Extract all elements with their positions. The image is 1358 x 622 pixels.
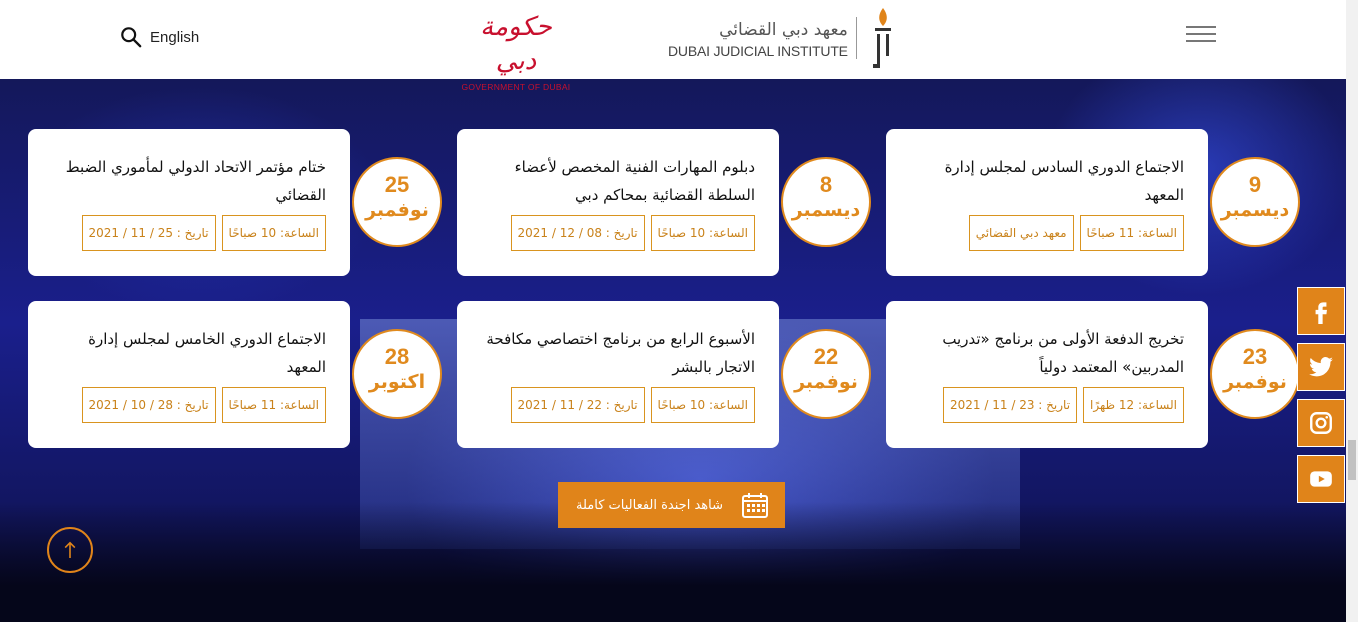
event-date-tag: تاريخ : 25 / 11 / 2021 (81, 215, 216, 251)
event-month: نوفمبر (794, 371, 858, 393)
event-card[interactable]: الأسبوع الرابع من برنامج اختصاصي مكافحة … (457, 301, 779, 448)
event-date-badge: 25 نوفمبر (352, 157, 442, 247)
language-link[interactable]: English (150, 29, 199, 46)
page-scrollbar[interactable] (1346, 0, 1358, 622)
search-icon[interactable] (120, 26, 142, 48)
event-date-badge: 9 ديسمبر (1210, 157, 1300, 247)
calendar-icon (742, 493, 768, 518)
event-time-tag: الساعة: 11 صباحًا (221, 387, 326, 423)
event-day: 23 (1242, 344, 1268, 369)
event-month: ديسمبر (791, 199, 861, 221)
menu-line (1186, 40, 1216, 42)
agenda-button-label: شاهد اجندة الفعاليات كاملة (576, 497, 723, 513)
twitter-button[interactable] (1297, 343, 1345, 391)
torch-icon (872, 8, 891, 68)
dji-logo-arabic: معهد دبي القضائي (719, 20, 848, 40)
event-title[interactable]: دبلوم المهارات الفنية المخصص لأعضاء السل… (485, 153, 755, 209)
view-full-agenda-button[interactable]: شاهد اجندة الفعاليات كاملة (558, 482, 785, 528)
event-day: 22 (813, 344, 839, 369)
instagram-button[interactable] (1297, 399, 1345, 447)
scrollbar-thumb[interactable] (1348, 440, 1356, 480)
arrow-up-icon (64, 541, 76, 558)
event-date-badge: 8 ديسمبر (781, 157, 871, 247)
event-day: 8 (819, 172, 833, 197)
event-month: نوفمبر (1223, 371, 1287, 393)
event-title[interactable]: الأسبوع الرابع من برنامج اختصاصي مكافحة … (485, 325, 755, 381)
gov-logo-arabic: حكومة دبي (480, 12, 552, 76)
event-time-tag: الساعة: 11 صباحًا (1079, 215, 1184, 251)
event-day: 28 (384, 344, 410, 369)
twitter-icon (1309, 357, 1333, 377)
event-card[interactable]: دبلوم المهارات الفنية المخصص لأعضاء السل… (457, 129, 779, 276)
event-location-tag: معهد دبي القضائي (968, 215, 1074, 251)
event-title[interactable]: الاجتماع الدوري السادس لمجلس إدارة المعه… (914, 153, 1184, 209)
event-time-tag: الساعة: 10 صباحًا (221, 215, 326, 251)
scroll-to-top-button[interactable] (47, 527, 93, 573)
youtube-button[interactable] (1297, 455, 1345, 503)
event-date-tag: تاريخ : 23 / 11 / 2021 (943, 387, 1078, 423)
site-header: English حكومة دبي GOVERNMENT OF DUBAI مع… (0, 0, 1346, 92)
event-day: 25 (384, 172, 410, 197)
government-of-dubai-logo[interactable]: حكومة دبي GOVERNMENT OF DUBAI (458, 10, 574, 92)
menu-line (1186, 26, 1216, 28)
event-date-tag: تاريخ : 08 / 12 / 2021 (510, 215, 645, 251)
event-time-tag: الساعة: 10 صباحًا (650, 387, 755, 423)
event-month: نوفمبر (365, 199, 429, 221)
event-date-badge: 23 نوفمبر (1210, 329, 1300, 419)
dubai-judicial-institute-logo[interactable]: معهد دبي القضائي DUBAI JUDICIAL INSTITUT… (668, 6, 903, 70)
event-date-tag: تاريخ : 28 / 10 / 2021 (81, 387, 216, 423)
dji-logo-english: DUBAI JUDICIAL INSTITUTE (668, 43, 848, 59)
event-month: اكتوبر (368, 371, 426, 393)
event-date-badge: 28 اكتوبر (352, 329, 442, 419)
gov-logo-english: GOVERNMENT OF DUBAI (461, 82, 571, 92)
event-day: 9 (1248, 172, 1262, 197)
event-title[interactable]: الاجتماع الدوري الخامس لمجلس إدارة المعه… (56, 325, 326, 381)
search-language-toggle[interactable]: English (120, 26, 199, 48)
facebook-button[interactable] (1297, 287, 1345, 335)
event-card[interactable]: الاجتماع الدوري الخامس لمجلس إدارة المعه… (28, 301, 350, 448)
event-date-tag: تاريخ : 22 / 11 / 2021 (510, 387, 645, 423)
event-title[interactable]: ختام مؤتمر الاتحاد الدولي لمأموري الضبط … (56, 153, 326, 209)
instagram-icon (1310, 412, 1332, 434)
menu-line (1186, 33, 1216, 35)
event-date-badge: 22 نوفمبر (781, 329, 871, 419)
facebook-icon (1315, 302, 1327, 324)
event-time-tag: الساعة: 12 ظهرًا (1083, 387, 1184, 423)
event-card[interactable]: الاجتماع الدوري السادس لمجلس إدارة المعه… (886, 129, 1208, 276)
hamburger-menu-button[interactable] (1186, 26, 1216, 42)
event-title[interactable]: تخريج الدفعة الأولى من برنامج «تدريب الم… (914, 325, 1184, 381)
youtube-icon (1310, 471, 1332, 487)
event-month: ديسمبر (1220, 199, 1290, 221)
event-time-tag: الساعة: 10 صباحًا (650, 215, 755, 251)
event-card[interactable]: ختام مؤتمر الاتحاد الدولي لمأموري الضبط … (28, 129, 350, 276)
event-card[interactable]: تخريج الدفعة الأولى من برنامج «تدريب الم… (886, 301, 1208, 448)
